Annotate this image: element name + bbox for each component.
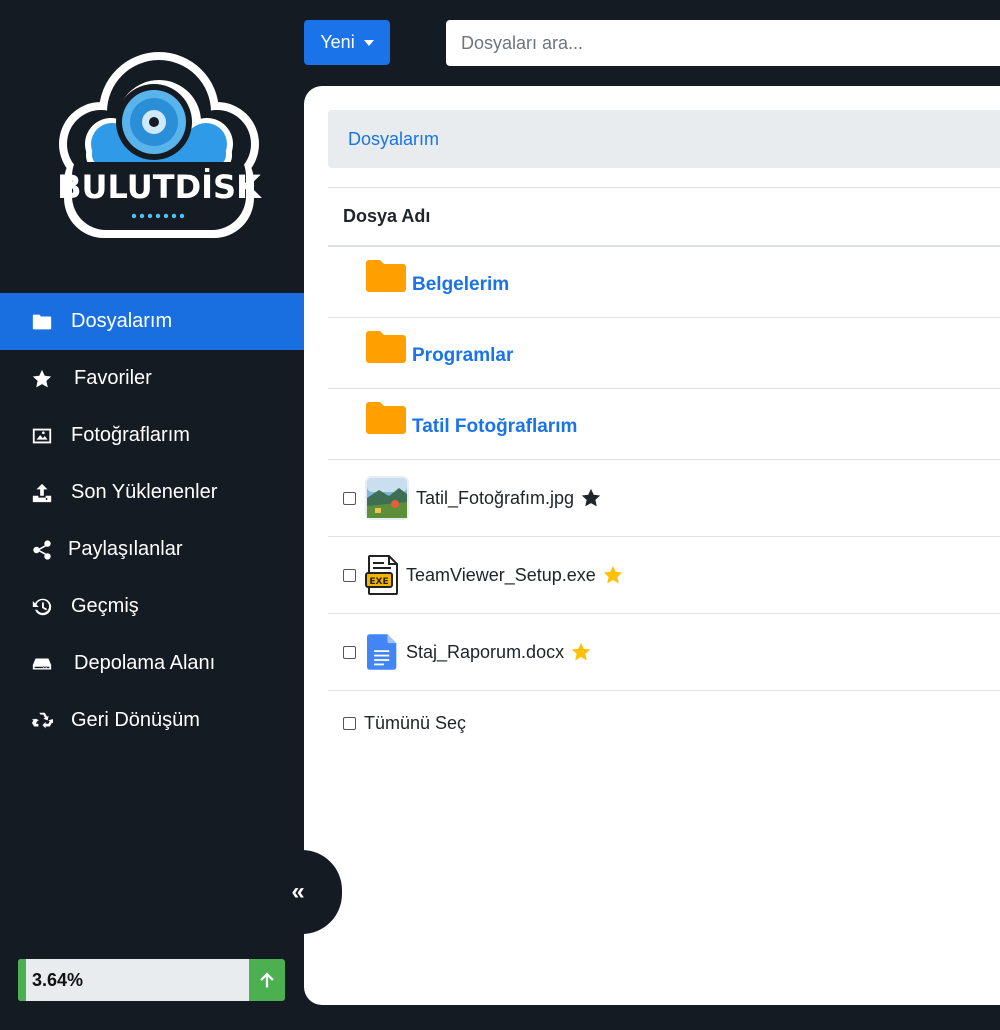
double-chevron-left-icon: «	[291, 878, 305, 905]
storage-percent-label: 3.64%	[32, 969, 84, 990]
file-checkbox[interactable]	[343, 645, 356, 659]
main-content: Dosyalarım Dosya Adı Belgelerim Programl…	[304, 86, 1000, 1005]
breadcrumb: Dosyalarım	[328, 110, 1000, 168]
select-all-checkbox[interactable]	[343, 717, 356, 730]
sidebar-item-depolama-alani[interactable]: Depolama Alanı	[0, 635, 304, 692]
sidebar-collapse-button[interactable]: «	[262, 850, 342, 934]
file-name-link[interactable]: TeamViewer_Setup.exe	[406, 565, 596, 586]
docx-file-icon	[367, 634, 397, 670]
table-row-folder[interactable]: Belgelerim	[328, 247, 1000, 318]
sidebar-item-label: Geçmiş	[71, 595, 139, 617]
folder-name-link[interactable]: Programlar	[412, 345, 513, 367]
table-header-name: Dosya Adı	[328, 187, 1000, 247]
caret-down-icon	[363, 39, 374, 46]
exe-file-icon: EXE	[365, 555, 398, 595]
new-dropdown-button[interactable]: Yeni	[304, 20, 390, 65]
share-icon	[30, 538, 54, 562]
bulutdisk-logo[interactable]: BULUTDİSK	[56, 44, 262, 244]
sidebar-item-label: Depolama Alanı	[74, 652, 216, 674]
folder-icon	[366, 260, 406, 292]
sidebar-item-gecmis[interactable]: Geçmiş	[0, 578, 304, 635]
sidebar-item-paylasilanlar[interactable]: Paylaşılanlar	[0, 521, 304, 578]
sidebar-item-geri-donusum[interactable]: Geri Dönüşüm	[0, 692, 304, 749]
file-checkbox[interactable]	[343, 568, 356, 582]
file-checkbox[interactable]	[343, 491, 356, 505]
upload-button[interactable]	[249, 959, 285, 1001]
folder-name-link[interactable]: Tatil Fotoğraflarım	[412, 416, 577, 438]
table-row-file[interactable]: Tatil_Fotoğrafım.jpg	[328, 460, 1000, 537]
breadcrumb-link-dosyalarim[interactable]: Dosyalarım	[348, 129, 439, 150]
sidebar-item-label: Favoriler	[74, 367, 152, 389]
sidebar-item-label: Son Yüklenenler	[71, 481, 218, 503]
storage-usage: 3.64%	[18, 959, 285, 1001]
file-name-link[interactable]: Staj_Raporum.docx	[406, 642, 564, 663]
new-button-label: Yeni	[320, 32, 355, 52]
select-all-label: Tümünü Seç	[364, 713, 467, 733]
table-row-folder[interactable]: Programlar	[328, 318, 1000, 389]
recycle-icon	[30, 709, 54, 733]
star-icon	[30, 367, 54, 391]
sidebar-item-label: Paylaşılanlar	[68, 538, 183, 560]
history-icon	[30, 595, 54, 619]
sidebar-item-son-yuklenenler[interactable]: Son Yüklenenler	[0, 464, 304, 521]
storage-progress-fill	[18, 959, 27, 1001]
logo-text: BULUTDİSK	[57, 168, 262, 206]
sidebar-item-dosyalarim[interactable]: Dosyalarım	[0, 293, 304, 350]
folder-icon	[366, 402, 406, 434]
sidebar-item-favoriler[interactable]: Favoriler	[0, 350, 304, 407]
sidebar-nav: Dosyalarım Favoriler Fotoğraflarım Son Y…	[0, 293, 304, 749]
star-icon[interactable]	[570, 641, 592, 663]
folder-icon	[366, 331, 406, 363]
svg-text:EXE: EXE	[369, 577, 388, 587]
file-table: Dosya Adı Belgelerim Programlar Tatil Fo…	[328, 187, 1000, 691]
table-row-file[interactable]: EXE TeamViewer_Setup.exe	[328, 537, 1000, 614]
hdd-icon	[30, 652, 54, 676]
arrow-up-icon	[260, 972, 274, 988]
sidebar-item-fotograflarim[interactable]: Fotoğraflarım	[0, 407, 304, 464]
sidebar-item-label: Geri Dönüşüm	[71, 709, 200, 731]
table-row-folder[interactable]: Tatil Fotoğraflarım	[328, 389, 1000, 460]
table-row-file[interactable]: Staj_Raporum.docx	[328, 614, 1000, 691]
file-name-link[interactable]: Tatil_Fotoğrafım.jpg	[416, 488, 574, 509]
star-icon[interactable]	[580, 487, 602, 509]
sidebar-item-label: Fotoğraflarım	[71, 424, 190, 446]
image-icon	[30, 424, 54, 448]
select-all-control[interactable]: Tümünü Seç	[343, 713, 466, 734]
search-input[interactable]	[446, 20, 1000, 66]
folder-name-link[interactable]: Belgelerim	[412, 274, 509, 296]
star-icon[interactable]	[602, 564, 624, 586]
sidebar: BULUTDİSK Dosyalarım Favoriler Fotoğrafl…	[0, 0, 304, 1030]
upload-icon	[30, 481, 54, 505]
sidebar-item-label: Dosyalarım	[71, 310, 173, 332]
folder-icon	[30, 310, 54, 334]
image-thumbnail	[365, 476, 409, 520]
storage-progress-bar: 3.64%	[18, 959, 249, 1001]
